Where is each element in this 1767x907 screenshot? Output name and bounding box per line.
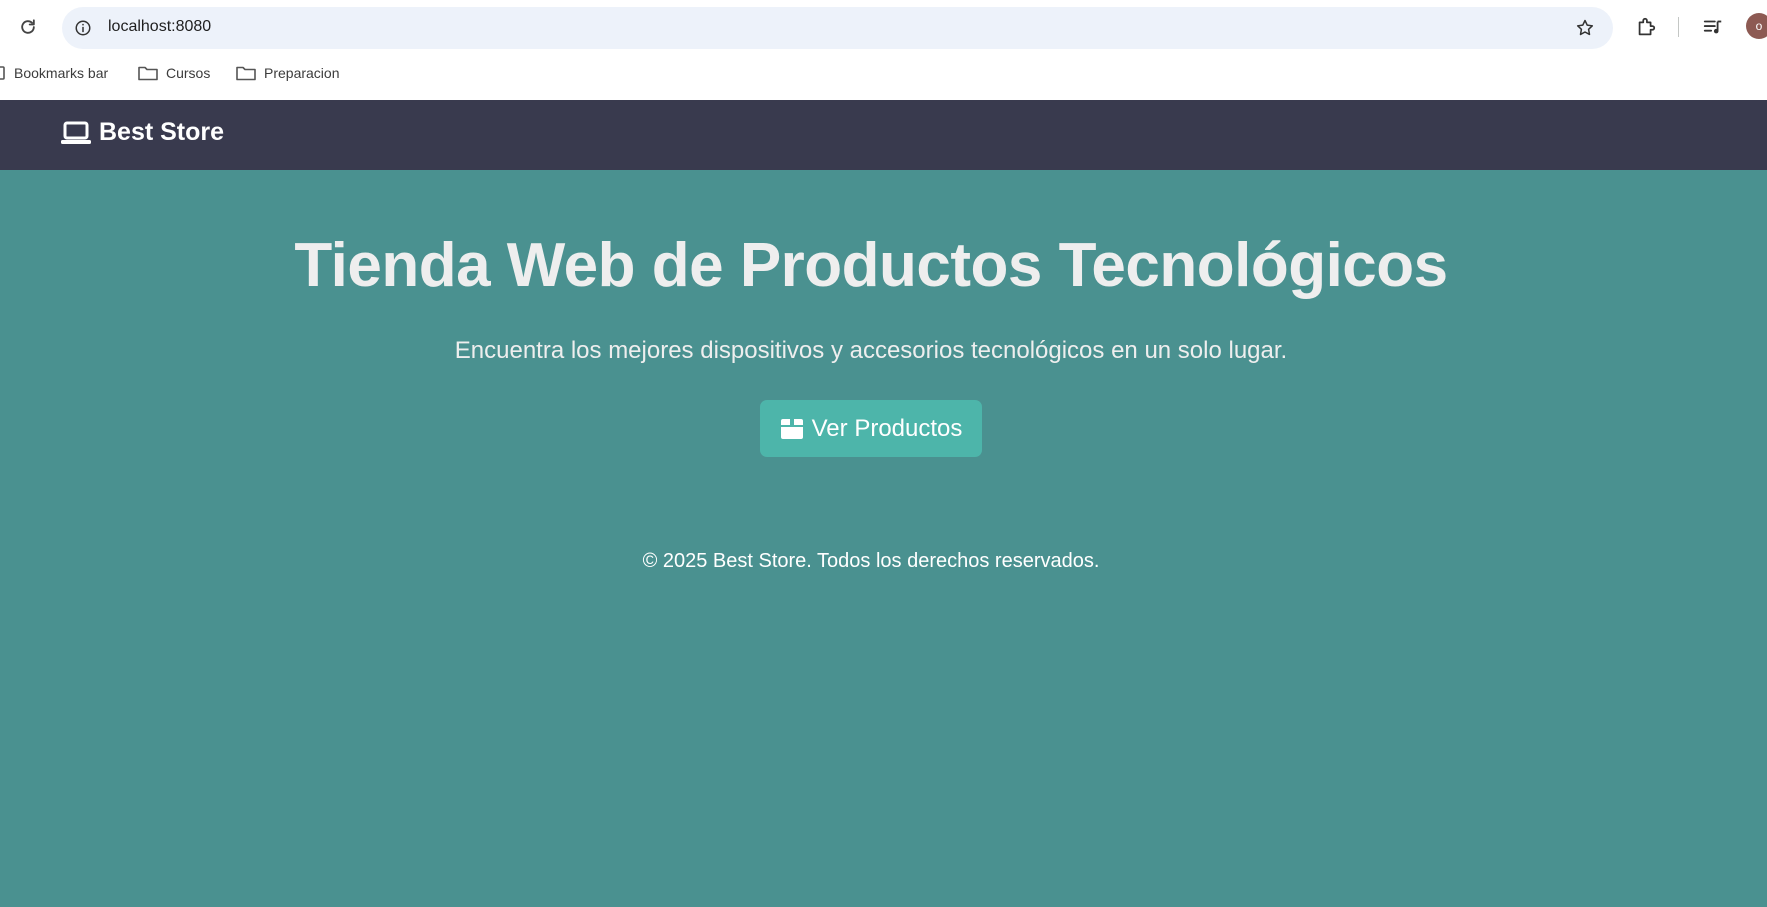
brand-link[interactable]: Best Store — [61, 118, 224, 147]
box-icon — [780, 418, 803, 439]
url-text[interactable]: localhost:8080 — [108, 18, 211, 36]
extensions-icon[interactable] — [1633, 14, 1659, 40]
bookmark-star-icon[interactable] — [1573, 16, 1597, 40]
folder-icon — [236, 66, 256, 81]
media-controls-icon[interactable] — [1700, 14, 1726, 40]
view-products-button[interactable]: Ver Productos — [760, 400, 982, 457]
brand-name: Best Store — [99, 118, 225, 146]
site-info-icon[interactable] — [72, 17, 94, 39]
bookmark-item-preparacion[interactable]: Preparacion — [236, 65, 340, 81]
address-bar[interactable]: localhost:8080 — [62, 7, 1613, 49]
laptop-icon — [61, 121, 91, 144]
bookmark-label: Cursos — [166, 65, 211, 81]
browser-toolbar: localhost:8080 o — [0, 0, 1767, 55]
bookmark-icon — [0, 66, 5, 80]
bookmark-item-cursos[interactable]: Cursos — [138, 65, 210, 81]
profile-avatar[interactable]: o — [1746, 13, 1767, 39]
bookmarks-bar: Bookmarks bar Cursos Preparacion — [0, 55, 1767, 100]
toolbar-divider — [1678, 17, 1679, 37]
site-navbar: Best Store — [0, 100, 1767, 170]
hero-title: Tienda Web de Productos Tecnológicos — [294, 231, 1448, 300]
folder-icon — [138, 66, 158, 81]
bookmark-label: Bookmarks bar — [14, 65, 109, 81]
hero-subtitle: Encuentra los mejores dispositivos y acc… — [454, 337, 1288, 364]
view-products-label: Ver Productos — [811, 414, 963, 442]
footer-copyright: © 2025 Best Store. Todos los derechos re… — [642, 550, 1100, 572]
bookmark-label: Preparacion — [264, 65, 340, 81]
reload-icon[interactable] — [16, 15, 40, 39]
bookmark-item-bookmarks-bar[interactable]: Bookmarks bar — [0, 65, 108, 81]
